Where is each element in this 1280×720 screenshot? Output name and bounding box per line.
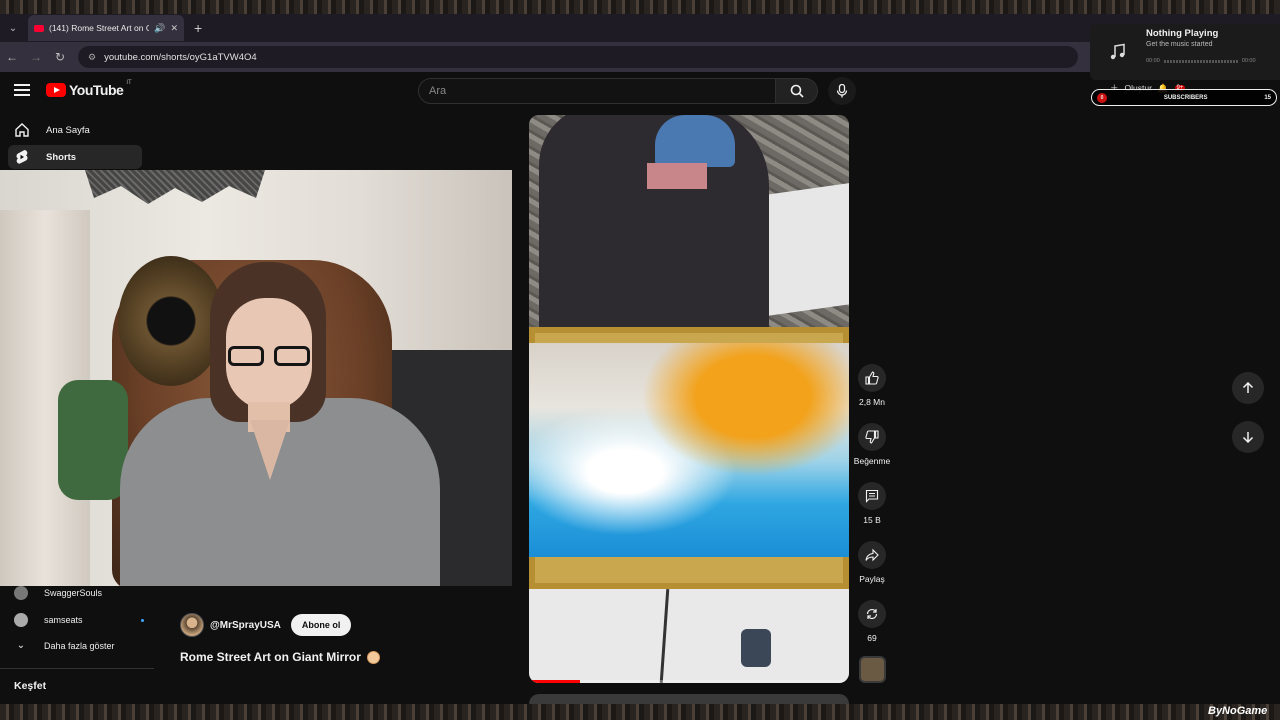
sidebar-item-home[interactable]: Ana Sayfa [8, 118, 142, 142]
address-bar[interactable]: ⚙ youtube.com/shorts/oyG1aTVW4O4 [78, 46, 1078, 68]
new-content-dot [141, 618, 144, 622]
dislike-label: Beğenme [853, 456, 891, 466]
music-time-start: 00:00 [1146, 58, 1160, 64]
dislike-button[interactable] [858, 423, 886, 451]
music-time-end: 00:00 [1241, 58, 1256, 64]
youtube-play-logo-icon [46, 83, 66, 97]
explore-section-title: Keşfet [14, 680, 47, 692]
subscribers-widget: 0 SUBSCRIBERS 15 [1091, 89, 1277, 106]
close-tab-icon[interactable]: ✕ [170, 23, 178, 34]
comments-action: 15 B [852, 482, 892, 525]
search-button[interactable] [776, 78, 818, 104]
site-info-icon[interactable]: ⚙ [88, 52, 96, 63]
tab-title: (141) Rome Street Art on G [49, 23, 150, 33]
thumbs-down-icon [865, 430, 879, 444]
thumbs-up-icon [865, 371, 879, 385]
forward-icon[interactable]: → [24, 50, 48, 64]
short-title-text: Rome Street Art on Giant Mirror [180, 650, 361, 664]
share-action: Paylaş [852, 541, 892, 584]
short-title: Rome Street Art on Giant Mirror [180, 650, 380, 664]
remix-button[interactable] [858, 600, 886, 628]
audio-track-thumbnail[interactable] [859, 656, 886, 683]
search-box [418, 78, 776, 104]
home-icon [14, 122, 30, 138]
reload-icon[interactable]: ↻ [48, 50, 72, 64]
menu-icon[interactable] [14, 84, 30, 96]
short-channel-row: @MrSprayUSA Abone ol [180, 613, 352, 637]
share-icon [865, 548, 879, 562]
arrow-down-icon [1242, 432, 1254, 443]
streamer-watermark: ByNoGame [1208, 705, 1268, 717]
chevron-down-icon: ⌄ [16, 640, 26, 651]
browser-toolbar: ← → ↻ ⚙ youtube.com/shorts/oyG1aTVW4O4 [0, 42, 1280, 72]
subscribers-right-count: 15 [1264, 94, 1271, 101]
logo-text: YouTube [69, 82, 124, 98]
show-more-button[interactable]: ⌄ Daha fazla göster [14, 640, 144, 651]
sidebar-item-shorts[interactable]: Shorts [8, 145, 142, 169]
channel-name[interactable]: @MrSprayUSA [210, 620, 281, 631]
like-button[interactable] [858, 364, 886, 392]
like-count: 2,8 Mn [859, 397, 885, 407]
music-widget: Nothing Playing Get the music started 00… [1090, 24, 1280, 80]
remix-action: 69 [852, 600, 892, 643]
short-video-player[interactable] [529, 115, 849, 683]
subscribers-label: SUBSCRIBERS [1163, 94, 1208, 101]
remix-count: 69 [867, 633, 877, 643]
tab-search-icon[interactable]: ⌄ [2, 17, 24, 39]
voice-search-button[interactable] [828, 77, 856, 105]
youtube-masthead: YouTube IT [0, 72, 1280, 112]
subscription-label: SwaggerSouls [44, 588, 103, 598]
music-progress: 00:00 00:00 [1146, 58, 1256, 64]
stream-frame-bottom [0, 704, 1280, 720]
subscription-item[interactable]: samseats [14, 613, 144, 627]
stream-frame-top [0, 0, 1280, 14]
youtube-favicon-icon [34, 24, 44, 32]
subscribers-left-count: 0 [1097, 92, 1107, 103]
browser-tab-strip: ⌄ (141) Rome Street Art on G 🔊 ✕ + [0, 14, 1280, 42]
sidebar-item-label: Ana Sayfa [46, 124, 90, 136]
region-code: IT [126, 80, 132, 86]
arrow-up-icon [1242, 382, 1254, 393]
share-label: Paylaş [859, 574, 885, 584]
comment-icon [865, 489, 879, 503]
channel-avatar[interactable] [180, 613, 204, 637]
sidebar-divider [0, 668, 154, 669]
mic-icon [836, 84, 848, 98]
previous-short-button[interactable] [1232, 372, 1264, 404]
like-action: 2,8 Mn [852, 364, 892, 407]
music-title: Nothing Playing [1146, 28, 1219, 39]
speaker-icon[interactable]: 🔊 [154, 23, 165, 34]
subscription-item[interactable]: SwaggerSouls [14, 586, 144, 600]
webcam-overlay [0, 170, 512, 586]
subscription-label: samseats [44, 615, 83, 625]
comments-button[interactable] [858, 482, 886, 510]
video-progress-bar[interactable] [529, 680, 849, 683]
search-input[interactable] [429, 85, 775, 97]
search-icon [790, 84, 804, 98]
next-short-button[interactable] [1232, 421, 1264, 453]
youtube-logo[interactable]: YouTube IT [46, 80, 132, 98]
sidebar-item-label: Shorts [46, 151, 77, 163]
new-tab-button[interactable]: + [194, 20, 202, 36]
music-note-icon [1096, 30, 1140, 74]
dislike-action: Beğenme [852, 423, 892, 466]
shorts-icon [14, 149, 30, 165]
url-text: youtube.com/shorts/oyG1aTVW4O4 [104, 51, 257, 63]
browser-tab-active[interactable]: (141) Rome Street Art on G 🔊 ✕ [28, 15, 184, 41]
shocked-face-emoji-icon [366, 650, 380, 664]
avatar [14, 613, 28, 627]
show-more-label: Daha fazla göster [44, 640, 115, 651]
avatar [14, 586, 28, 600]
comment-count: 15 B [863, 515, 881, 525]
music-subtitle: Get the music started [1146, 41, 1213, 48]
subscribe-button[interactable]: Abone ol [290, 614, 352, 636]
share-button[interactable] [858, 541, 886, 569]
remix-icon [866, 608, 878, 620]
back-icon[interactable]: ← [0, 50, 24, 64]
